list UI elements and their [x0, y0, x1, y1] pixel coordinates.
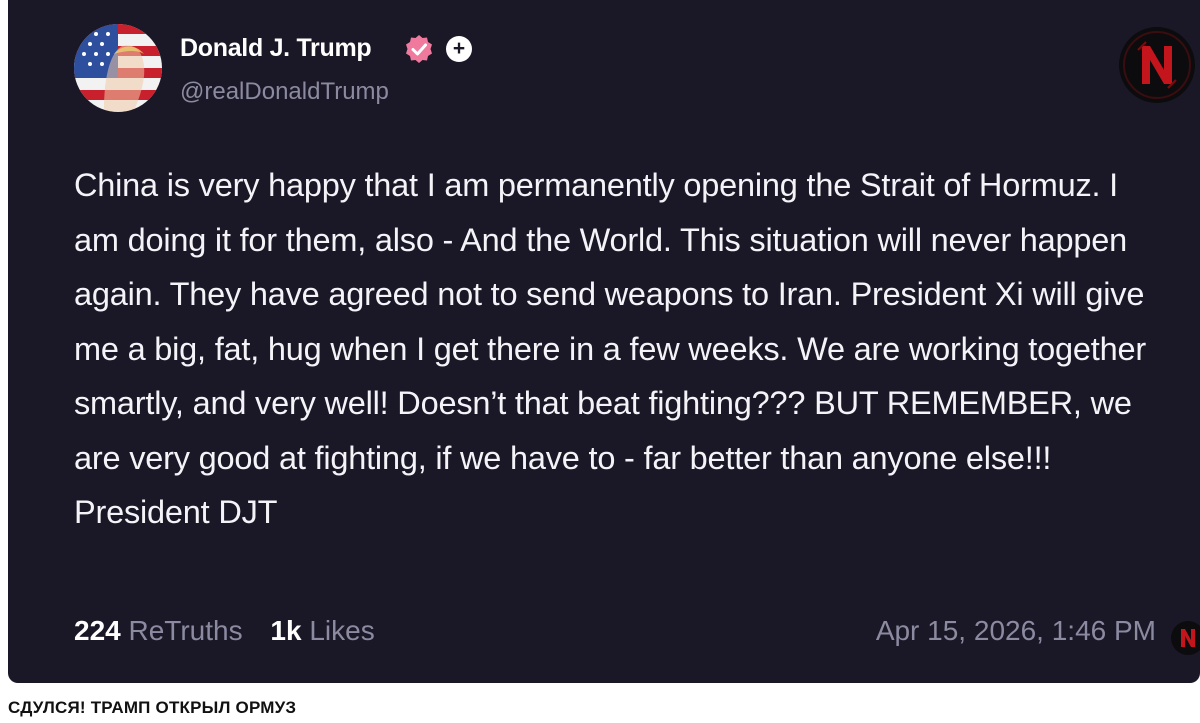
caption-headline: СДУЛСЯ! ТРАМП ОТКРЫЛ ОРМУЗ — [8, 698, 297, 717]
plus-badge-icon: + — [446, 36, 472, 62]
verified-badge-icon — [404, 34, 434, 64]
likes-count: 1k — [270, 615, 302, 646]
post-stats: 224 ReTruths 1k Likes — [74, 615, 375, 647]
retruths-count: 224 — [74, 615, 121, 646]
retruths-label: ReTruths — [128, 615, 243, 646]
author-avatar[interactable] — [74, 24, 162, 112]
post-timestamp[interactable]: Apr 15, 2026, 1:46 PM — [876, 615, 1156, 647]
post-body-text: China is very happy that I am permanentl… — [74, 167, 1146, 530]
post-card: Donald J. Trump + @realDonaldTrump China… — [8, 0, 1200, 683]
avatar-flag-portrait — [74, 24, 162, 112]
likes-label: Likes — [309, 615, 375, 646]
channel-logo-small-icon — [1170, 620, 1200, 656]
author-handle[interactable]: @realDonaldTrump — [180, 78, 389, 106]
author-name[interactable]: Donald J. Trump — [180, 34, 372, 63]
retruths-stat[interactable]: 224 ReTruths — [74, 615, 243, 647]
likes-stat[interactable]: 1k Likes — [270, 615, 374, 647]
channel-logo-icon — [1118, 26, 1196, 104]
